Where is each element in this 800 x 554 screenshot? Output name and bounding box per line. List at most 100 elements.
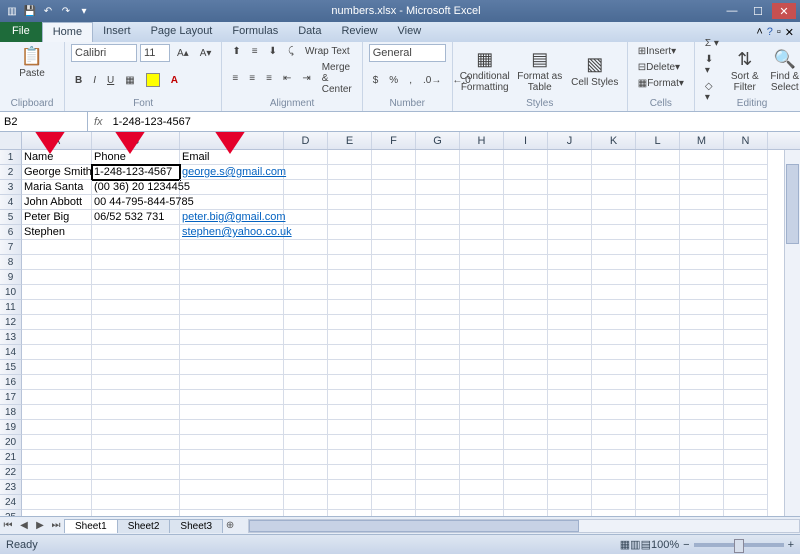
vertical-scrollbar[interactable] (784, 150, 800, 516)
cell[interactable] (680, 345, 724, 360)
cell[interactable] (180, 300, 284, 315)
cell[interactable] (328, 375, 372, 390)
cell[interactable] (460, 195, 504, 210)
cell[interactable] (416, 195, 460, 210)
minimize-ribbon-icon[interactable]: ˄ (756, 26, 762, 38)
increase-font-icon[interactable]: A▴ (173, 46, 193, 61)
cell[interactable] (22, 285, 92, 300)
cell[interactable] (548, 180, 592, 195)
cell[interactable] (724, 330, 768, 345)
cell[interactable] (460, 480, 504, 495)
align-right-icon[interactable]: ≡ (262, 71, 276, 86)
column-header[interactable]: J (548, 132, 592, 149)
cell[interactable] (548, 435, 592, 450)
cell[interactable] (460, 255, 504, 270)
cell[interactable] (284, 165, 328, 180)
cell[interactable] (22, 240, 92, 255)
cell[interactable] (22, 510, 92, 516)
cell[interactable] (284, 465, 328, 480)
formula-input[interactable]: 1-248-123-4567 (109, 116, 800, 128)
row-header[interactable]: 12 (0, 315, 22, 330)
cell[interactable] (180, 420, 284, 435)
column-header[interactable]: G (416, 132, 460, 149)
cell[interactable] (636, 420, 680, 435)
zoom-out-icon[interactable]: − (683, 539, 689, 551)
cell[interactable] (328, 495, 372, 510)
row-header[interactable]: 7 (0, 240, 22, 255)
cell[interactable] (680, 180, 724, 195)
column-header[interactable]: H (460, 132, 504, 149)
align-bottom-icon[interactable]: ⬇ (265, 44, 281, 59)
cell[interactable]: george.s@gmail.com (180, 165, 284, 180)
cell[interactable] (548, 345, 592, 360)
horizontal-scrollbar[interactable] (248, 519, 800, 533)
cell[interactable] (328, 285, 372, 300)
cell[interactable] (724, 405, 768, 420)
save-icon[interactable]: 💾 (22, 3, 38, 19)
cell[interactable] (328, 390, 372, 405)
border-button[interactable]: ▦ (121, 73, 138, 88)
cell[interactable] (548, 510, 592, 516)
worksheet-grid[interactable]: ABCDEFGHIJKLMN 1NamePhoneEmail2George Sm… (0, 132, 800, 516)
cell[interactable] (636, 375, 680, 390)
cell[interactable] (636, 180, 680, 195)
cell[interactable] (504, 285, 548, 300)
cell[interactable] (328, 360, 372, 375)
cell[interactable] (680, 285, 724, 300)
cell[interactable] (372, 240, 416, 255)
cell[interactable] (680, 300, 724, 315)
cell[interactable] (416, 510, 460, 516)
cell[interactable] (328, 180, 372, 195)
cell[interactable] (548, 375, 592, 390)
maximize-button[interactable]: ☐ (746, 3, 770, 19)
cell[interactable] (460, 300, 504, 315)
cell[interactable]: peter.big@gmail.com (180, 210, 284, 225)
cell[interactable] (284, 240, 328, 255)
cell[interactable] (592, 420, 636, 435)
cell[interactable] (328, 225, 372, 240)
close-button[interactable]: ✕ (772, 3, 796, 19)
cell[interactable] (328, 420, 372, 435)
cell[interactable] (22, 375, 92, 390)
sheet-tab[interactable]: Sheet2 (117, 519, 171, 533)
cell[interactable] (636, 165, 680, 180)
cell[interactable] (22, 270, 92, 285)
cell[interactable] (504, 375, 548, 390)
cell[interactable] (22, 330, 92, 345)
cell[interactable] (92, 420, 180, 435)
align-center-icon[interactable]: ≡ (245, 71, 259, 86)
cell[interactable] (636, 300, 680, 315)
cell[interactable] (284, 330, 328, 345)
cell[interactable] (504, 495, 548, 510)
cell[interactable] (636, 195, 680, 210)
row-header[interactable]: 15 (0, 360, 22, 375)
cell[interactable] (372, 405, 416, 420)
cell[interactable] (724, 165, 768, 180)
cell[interactable]: Peter Big (22, 210, 92, 225)
cell[interactable] (548, 255, 592, 270)
insert-cells-button[interactable]: ⊞ Insert ▾ (634, 44, 688, 59)
help-icon[interactable]: ? (767, 26, 773, 38)
cell[interactable] (284, 405, 328, 420)
cell[interactable] (416, 165, 460, 180)
cell[interactable] (460, 180, 504, 195)
cell[interactable] (416, 285, 460, 300)
sheet-nav-first-icon[interactable]: ⏮ (0, 520, 16, 531)
cell[interactable] (504, 240, 548, 255)
cell[interactable] (504, 270, 548, 285)
cell[interactable] (592, 300, 636, 315)
cell[interactable] (504, 300, 548, 315)
cell[interactable] (22, 495, 92, 510)
cell[interactable] (592, 330, 636, 345)
file-tab[interactable]: File (0, 22, 42, 42)
merge-center-button[interactable]: Merge & Center (318, 60, 356, 97)
cell[interactable] (416, 345, 460, 360)
underline-button[interactable]: U (103, 73, 118, 88)
cell[interactable] (504, 180, 548, 195)
new-sheet-icon[interactable]: ⊕ (222, 520, 238, 531)
cell[interactable] (724, 435, 768, 450)
cell[interactable] (504, 480, 548, 495)
cell[interactable] (328, 465, 372, 480)
column-header[interactable]: E (328, 132, 372, 149)
column-header[interactable]: N (724, 132, 768, 149)
